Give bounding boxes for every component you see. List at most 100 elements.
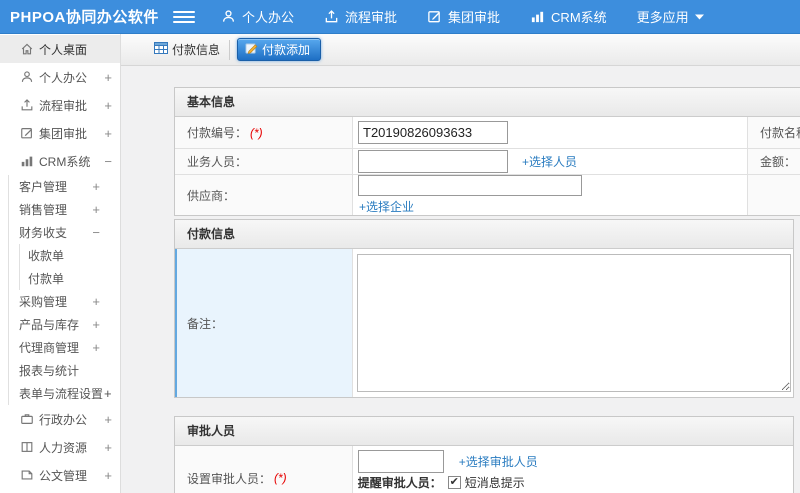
set-approver-cell: +选择审批人员 提醒审批人员： ✔ 短消息提示 注：流程第一步审批人员，这里选择…: [353, 446, 793, 493]
sidebar-item-human-resources[interactable]: 人力资源 +: [0, 433, 120, 461]
chart-icon: [20, 154, 34, 168]
expand-icon[interactable]: +: [104, 412, 112, 427]
collapse-icon[interactable]: −: [104, 154, 112, 169]
process-icon: [324, 9, 339, 24]
process-icon: [20, 98, 34, 112]
sidebar-item-finance[interactable]: 财务收支 −: [19, 221, 120, 244]
finance-submenu: 收款单 付款单: [19, 244, 120, 290]
sidebar-item-personal-office[interactable]: 个人办公 +: [0, 63, 120, 91]
section-payment-info: 付款信息 备注：: [174, 219, 794, 398]
supplier-input[interactable]: [358, 175, 582, 196]
sidebar-item-personal-desktop[interactable]: 个人桌面: [0, 35, 120, 63]
app-logo: PHPOA协同办公软件: [10, 9, 159, 26]
expand-icon[interactable]: +: [104, 440, 112, 455]
sidebar: 个人桌面 个人办公 + 流程审批 + 集团审批 + CRM系统 − 客户管理 +…: [0, 34, 121, 493]
supplier-label: 供应商：: [175, 175, 353, 215]
collapse-icon[interactable]: −: [92, 225, 100, 240]
payment-form: 基本信息 付款编号：(*) 付款名称：(*): [174, 87, 800, 493]
app-window: PHPOA协同办公软件 个人办公 流程审批 集团审批 CRM系统 更多应用 个人…: [0, 0, 800, 493]
form-row-payment-no: 付款编号：(*) 付款名称：(*): [175, 117, 800, 149]
document-icon: [20, 468, 34, 482]
sidebar-item-sales-mgmt[interactable]: 销售管理 +: [19, 198, 120, 221]
section-title: 审批人员: [175, 417, 793, 446]
sidebar-item-document-mgmt[interactable]: 公文管理 +: [0, 461, 120, 489]
salesperson-label: 业务人员：: [175, 149, 353, 174]
caret-down-icon: [694, 14, 704, 20]
expand-icon[interactable]: +: [104, 70, 112, 85]
book-icon: [20, 440, 34, 454]
nav-crm-system[interactable]: CRM系统: [530, 7, 607, 26]
sidebar-item-form-process-settings[interactable]: 表单与流程设置 +: [19, 382, 120, 405]
required-mark: (*): [274, 471, 287, 485]
home-icon: [20, 42, 34, 56]
nav-personal-office[interactable]: 个人办公: [221, 7, 294, 26]
empty-label-cell: [748, 175, 800, 215]
salesperson-cell: +选择人员: [353, 149, 748, 174]
expand-icon[interactable]: +: [92, 340, 100, 355]
sms-checkbox[interactable]: ✔: [447, 476, 461, 489]
required-mark: (*): [250, 125, 263, 140]
section-approvers: 审批人员 设置审批人员： (*) +选择审批人员 提醒审批人员： ✔ 短消息提示: [174, 416, 794, 493]
sidebar-item-receipt-order[interactable]: 收款单: [28, 244, 120, 267]
content-area: 基本信息 付款编号：(*) 付款名称：(*): [121, 66, 800, 493]
payment-no-input[interactable]: [358, 121, 508, 144]
select-company-link[interactable]: +选择企业: [359, 198, 414, 215]
expand-icon[interactable]: +: [104, 126, 112, 141]
remark-cell: [352, 249, 793, 397]
tab-payment-add[interactable]: 付款添加: [237, 38, 322, 61]
set-approver-label: 设置审批人员： (*): [175, 446, 353, 493]
user-icon: [20, 70, 34, 84]
tab-bar: 付款信息 付款添加: [121, 34, 800, 66]
remark-textarea[interactable]: [356, 254, 791, 392]
main-area: 付款信息 付款添加 基本信息 付款编号： (*) T20190826093633…: [121, 34, 800, 493]
expand-icon[interactable]: +: [92, 179, 100, 194]
expand-icon[interactable]: +: [92, 294, 100, 309]
section-title: 付款信息: [175, 220, 793, 249]
chart-icon: [530, 9, 545, 24]
expand-icon[interactable]: +: [104, 98, 112, 113]
expand-icon[interactable]: +: [92, 317, 100, 332]
sms-checkbox-label: 短消息提示: [464, 476, 525, 490]
select-person-link[interactable]: +选择人员: [522, 153, 577, 170]
briefcase-icon: [20, 412, 34, 426]
form-row-salesperson: 业务人员： +选择人员 金额：: [175, 149, 800, 175]
sidebar-item-admin-office[interactable]: 行政办公 +: [0, 405, 120, 433]
nav-process-approval[interactable]: 流程审批: [324, 7, 397, 26]
sidebar-item-customer-mgmt[interactable]: 客户管理 +: [19, 175, 120, 198]
sidebar-item-reports-stats[interactable]: 报表与统计: [19, 359, 120, 382]
crm-submenu: 客户管理 + 销售管理 + 财务收支 − 收款单 付款单 采购管理 + 产品与库…: [8, 175, 120, 405]
pencil-icon: [245, 42, 258, 58]
sidebar-item-group-approval[interactable]: 集团审批 +: [0, 119, 120, 147]
form-row-set-approver: 设置审批人员： (*) +选择审批人员 提醒审批人员： ✔ 短消息提示: [175, 446, 793, 493]
table-icon: [154, 42, 168, 57]
payment-no-cell: [353, 117, 748, 148]
nav-more-apps[interactable]: 更多应用: [637, 7, 704, 26]
form-row-supplier: 供应商： +选择企业: [175, 175, 800, 215]
remind-approver-label: 提醒审批人员：: [357, 476, 442, 490]
nav-group-approval[interactable]: 集团审批: [427, 7, 500, 26]
sidebar-item-purchase-mgmt[interactable]: 采购管理 +: [19, 290, 120, 313]
section-basic-info: 基本信息 付款编号：(*) 付款名称：(*): [174, 87, 800, 216]
sidebar-item-process-approval[interactable]: 流程审批 +: [0, 91, 120, 119]
tab-payment-info[interactable]: 付款信息: [154, 39, 231, 60]
remark-label: 备注：: [175, 249, 353, 397]
top-navigation: 个人办公 流程审批 集团审批 CRM系统 更多应用: [221, 7, 704, 26]
sidebar-item-payment-order[interactable]: 付款单: [28, 267, 120, 290]
expand-icon[interactable]: +: [104, 386, 112, 401]
menu-toggle-icon[interactable]: [173, 10, 195, 23]
amount-label: 金额：: [748, 149, 800, 174]
approver-input[interactable]: [357, 449, 444, 473]
user-icon: [221, 9, 236, 24]
expand-icon[interactable]: +: [104, 468, 112, 483]
payment-name-label: 付款名称：(*): [748, 117, 800, 148]
section-title: 基本信息: [175, 88, 800, 117]
sidebar-item-product-inventory[interactable]: 产品与库存 +: [19, 313, 120, 336]
sidebar-item-agent-mgmt[interactable]: 代理商管理 +: [19, 336, 120, 359]
edit-icon: [427, 9, 442, 24]
form-row-remark: 备注：: [175, 249, 793, 397]
supplier-cell: +选择企业: [353, 175, 748, 215]
select-approver-link[interactable]: +选择审批人员: [459, 453, 538, 470]
expand-icon[interactable]: +: [92, 202, 100, 217]
topbar: PHPOA协同办公软件 个人办公 流程审批 集团审批 CRM系统 更多应用: [0, 0, 800, 34]
sidebar-item-crm-system[interactable]: CRM系统 −: [0, 147, 120, 175]
